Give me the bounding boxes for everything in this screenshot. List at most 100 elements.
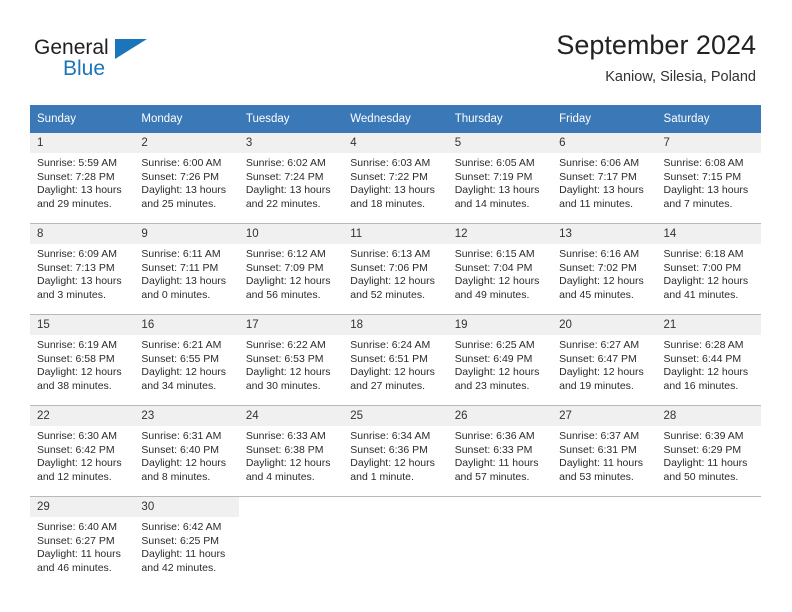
sunrise-text: Sunrise: 6:09 AM — [37, 248, 117, 260]
day-details: Sunrise: 6:03 AM Sunset: 7:22 PM Dayligh… — [343, 153, 447, 211]
daylight-text: Daylight: 12 hours and 45 minutes. — [559, 275, 644, 301]
calendar-day-cell[interactable]: 18 Sunrise: 6:24 AM Sunset: 6:51 PM Dayl… — [343, 314, 448, 406]
day-number: 3 — [238, 133, 344, 153]
day-details: Sunrise: 6:40 AM Sunset: 6:27 PM Dayligh… — [30, 517, 134, 575]
day-number: 29 — [30, 497, 135, 517]
sunset-text: Sunset: 7:02 PM — [559, 261, 637, 274]
daylight-text: Daylight: 12 hours and 38 minutes. — [37, 366, 122, 392]
calendar-day-cell[interactable]: 16 Sunrise: 6:21 AM Sunset: 6:55 PM Dayl… — [134, 314, 239, 406]
calendar-day-cell[interactable]: 10 Sunrise: 6:12 AM Sunset: 7:09 PM Dayl… — [238, 223, 344, 315]
sunrise-text: Sunrise: 6:03 AM — [350, 157, 431, 169]
calendar-day-cell[interactable]: 6 Sunrise: 6:06 AM Sunset: 7:17 PM Dayli… — [552, 133, 657, 224]
sunset-text: Sunset: 6:51 PM — [350, 352, 428, 365]
day-details: Sunrise: 6:42 AM Sunset: 6:25 PM Dayligh… — [134, 517, 238, 575]
day-details: Sunrise: 6:05 AM Sunset: 7:19 PM Dayligh… — [448, 153, 552, 211]
daylight-text: Daylight: 12 hours and 41 minutes. — [663, 275, 749, 301]
day-number — [343, 497, 448, 517]
calendar-day-cell[interactable]: 24 Sunrise: 6:33 AM Sunset: 6:38 PM Dayl… — [238, 405, 344, 497]
day-details: Sunrise: 6:11 AM Sunset: 7:11 PM Dayligh… — [134, 244, 238, 302]
calendar-day-cell[interactable]: 1 Sunrise: 5:59 AM Sunset: 7:28 PM Dayli… — [30, 133, 135, 224]
weekday-header-monday: Monday — [134, 105, 239, 133]
sunset-text: Sunset: 6:44 PM — [663, 352, 742, 365]
sunset-text: Sunset: 7:22 PM — [350, 170, 428, 183]
day-number — [447, 497, 553, 517]
sunrise-text: Sunrise: 6:21 AM — [141, 339, 222, 351]
sunrise-text: Sunrise: 6:27 AM — [559, 339, 640, 351]
calendar-day-cell[interactable]: 17 Sunrise: 6:22 AM Sunset: 6:53 PM Dayl… — [238, 314, 344, 406]
calendar-day-cell[interactable]: 5 Sunrise: 6:05 AM Sunset: 7:19 PM Dayli… — [447, 133, 553, 224]
calendar-day-cell[interactable]: 8 Sunrise: 6:09 AM Sunset: 7:13 PM Dayli… — [30, 223, 135, 315]
daylight-text: Daylight: 13 hours and 14 minutes. — [454, 184, 540, 210]
calendar-day-cell[interactable]: 2 Sunrise: 6:00 AM Sunset: 7:26 PM Dayli… — [134, 133, 239, 224]
day-number: 6 — [552, 133, 657, 153]
sunset-text: Sunset: 6:58 PM — [37, 352, 115, 365]
page-header: General Blue September 2024 Kaniow, Sile… — [0, 0, 792, 100]
sunset-text: Sunset: 6:25 PM — [141, 534, 220, 547]
weekday-header-wednesday: Wednesday — [343, 105, 448, 133]
daylight-text: Daylight: 13 hours and 18 minutes. — [350, 184, 435, 210]
calendar-day-cell-empty — [447, 496, 553, 587]
calendar-day-cell[interactable]: 4 Sunrise: 6:03 AM Sunset: 7:22 PM Dayli… — [343, 133, 448, 224]
day-number: 10 — [238, 224, 344, 244]
calendar-day-cell[interactable]: 3 Sunrise: 6:02 AM Sunset: 7:24 PM Dayli… — [238, 133, 344, 224]
day-details: Sunrise: 6:06 AM Sunset: 7:17 PM Dayligh… — [552, 153, 656, 211]
daylight-text: Daylight: 11 hours and 57 minutes. — [454, 457, 539, 483]
daylight-text: Daylight: 12 hours and 49 minutes. — [454, 275, 540, 301]
calendar-day-cell[interactable]: 20 Sunrise: 6:27 AM Sunset: 6:47 PM Dayl… — [552, 314, 657, 406]
sunset-text: Sunset: 7:13 PM — [37, 261, 115, 274]
calendar-day-cell[interactable]: 29 Sunrise: 6:40 AM Sunset: 6:27 PM Dayl… — [30, 496, 135, 587]
daylight-text: Daylight: 11 hours and 53 minutes. — [559, 457, 643, 483]
calendar-header-row: Sunday Monday Tuesday Wednesday Thursday… — [30, 105, 761, 133]
calendar-day-cell[interactable]: 19 Sunrise: 6:25 AM Sunset: 6:49 PM Dayl… — [447, 314, 553, 406]
day-details: Sunrise: 6:24 AM Sunset: 6:51 PM Dayligh… — [343, 335, 447, 393]
calendar-week-row: 8 Sunrise: 6:09 AM Sunset: 7:13 PM Dayli… — [30, 223, 761, 315]
sunrise-text: Sunrise: 6:05 AM — [454, 157, 535, 169]
calendar-day-cell[interactable]: 9 Sunrise: 6:11 AM Sunset: 7:11 PM Dayli… — [134, 223, 239, 315]
calendar-day-cell[interactable]: 27 Sunrise: 6:37 AM Sunset: 6:31 PM Dayl… — [552, 405, 657, 497]
daylight-text: Daylight: 11 hours and 42 minutes. — [141, 548, 226, 574]
calendar-day-cell[interactable]: 30 Sunrise: 6:42 AM Sunset: 6:25 PM Dayl… — [134, 496, 239, 587]
day-details: Sunrise: 6:08 AM Sunset: 7:15 PM Dayligh… — [657, 153, 761, 211]
day-number: 12 — [447, 224, 553, 244]
sunrise-text: Sunrise: 6:13 AM — [350, 248, 431, 260]
day-details: Sunrise: 6:25 AM Sunset: 6:49 PM Dayligh… — [448, 335, 552, 393]
day-details: Sunrise: 6:33 AM Sunset: 6:38 PM Dayligh… — [239, 426, 343, 484]
sunrise-text: Sunrise: 6:31 AM — [141, 430, 222, 442]
calendar-day-cell[interactable]: 23 Sunrise: 6:31 AM Sunset: 6:40 PM Dayl… — [134, 405, 239, 497]
calendar-day-cell[interactable]: 22 Sunrise: 6:30 AM Sunset: 6:42 PM Dayl… — [30, 405, 135, 497]
day-number: 13 — [552, 224, 657, 244]
sunset-text: Sunset: 6:33 PM — [454, 443, 533, 456]
calendar-day-cell[interactable]: 15 Sunrise: 6:19 AM Sunset: 6:58 PM Dayl… — [30, 314, 135, 406]
day-details: Sunrise: 6:00 AM Sunset: 7:26 PM Dayligh… — [134, 153, 238, 211]
daylight-text: Daylight: 13 hours and 22 minutes. — [245, 184, 331, 210]
calendar-day-cell[interactable]: 28 Sunrise: 6:39 AM Sunset: 6:29 PM Dayl… — [656, 405, 761, 497]
sunrise-text: Sunrise: 6:34 AM — [350, 430, 431, 442]
day-details: Sunrise: 6:13 AM Sunset: 7:06 PM Dayligh… — [343, 244, 447, 302]
calendar-day-cell-empty — [552, 496, 657, 587]
day-details: Sunrise: 6:39 AM Sunset: 6:29 PM Dayligh… — [657, 426, 761, 484]
calendar-day-cell[interactable]: 25 Sunrise: 6:34 AM Sunset: 6:36 PM Dayl… — [343, 405, 448, 497]
day-number: 26 — [447, 406, 553, 426]
sunset-text: Sunset: 6:36 PM — [350, 443, 428, 456]
day-number — [238, 497, 344, 517]
calendar-day-cell[interactable]: 11 Sunrise: 6:13 AM Sunset: 7:06 PM Dayl… — [343, 223, 448, 315]
sunset-text: Sunset: 7:19 PM — [454, 170, 533, 183]
day-number: 17 — [238, 315, 344, 335]
day-number: 24 — [238, 406, 344, 426]
calendar-day-cell[interactable]: 7 Sunrise: 6:08 AM Sunset: 7:15 PM Dayli… — [656, 133, 761, 224]
sunrise-text: Sunrise: 6:22 AM — [245, 339, 326, 351]
calendar-day-cell[interactable]: 12 Sunrise: 6:15 AM Sunset: 7:04 PM Dayl… — [447, 223, 553, 315]
calendar-day-cell[interactable]: 13 Sunrise: 6:16 AM Sunset: 7:02 PM Dayl… — [552, 223, 657, 315]
daylight-text: Daylight: 13 hours and 29 minutes. — [37, 184, 122, 210]
sunrise-text: Sunrise: 6:08 AM — [663, 157, 744, 169]
calendar-day-cell[interactable]: 14 Sunrise: 6:18 AM Sunset: 7:00 PM Dayl… — [656, 223, 761, 315]
calendar-day-cell[interactable]: 26 Sunrise: 6:36 AM Sunset: 6:33 PM Dayl… — [447, 405, 553, 497]
day-number: 23 — [134, 406, 239, 426]
title-block: September 2024 Kaniow, Silesia, Poland — [556, 28, 756, 88]
daylight-text: Daylight: 12 hours and 27 minutes. — [350, 366, 435, 392]
logo-triangle-icon — [115, 39, 147, 59]
sunrise-text: Sunrise: 6:30 AM — [37, 430, 117, 442]
calendar-day-cell[interactable]: 21 Sunrise: 6:28 AM Sunset: 6:44 PM Dayl… — [656, 314, 761, 406]
day-number: 9 — [134, 224, 239, 244]
sunset-text: Sunset: 6:40 PM — [141, 443, 220, 456]
